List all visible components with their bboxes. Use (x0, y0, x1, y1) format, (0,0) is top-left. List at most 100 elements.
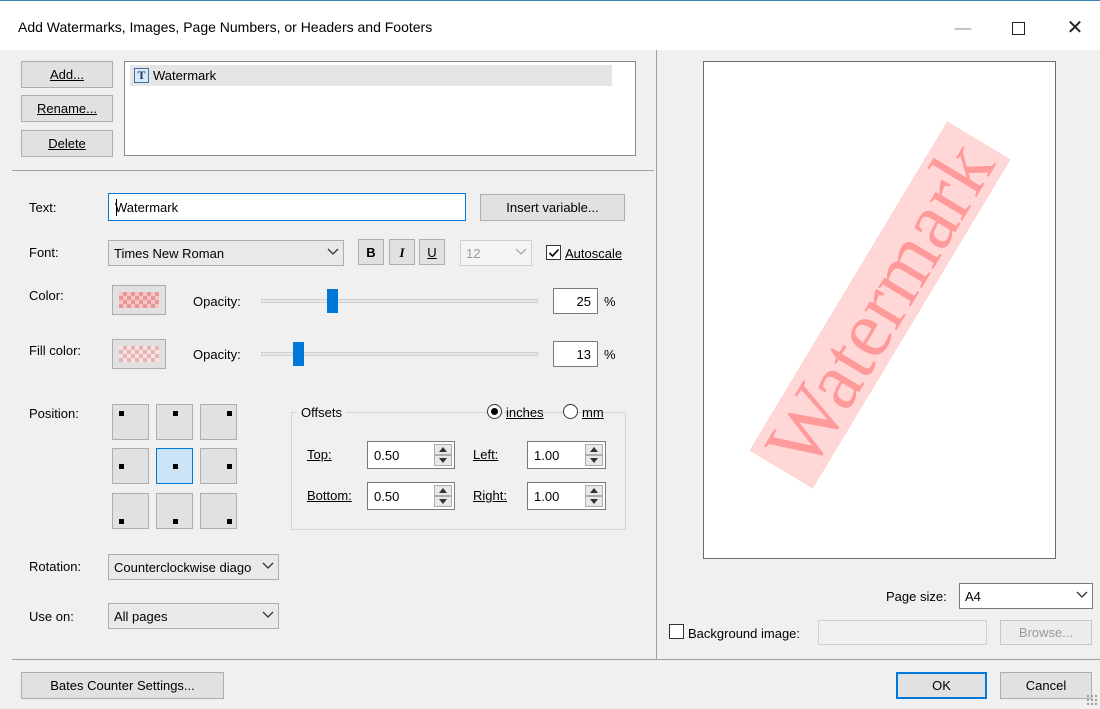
right-offset-label: Right: (473, 488, 507, 503)
spin-up-button[interactable] (585, 485, 603, 496)
background-image-path-input[interactable] (818, 620, 987, 645)
arrow-up-icon (590, 447, 598, 452)
offsets-label: Offsets (297, 405, 346, 420)
radio-selected-dot (491, 408, 498, 415)
position-bottom-right[interactable] (200, 493, 237, 529)
position-dot (119, 519, 124, 524)
bates-counter-settings-label: Bates Counter Settings... (50, 678, 195, 693)
rename-button[interactable]: Rename... (21, 95, 113, 122)
left-offset-label: Left: (473, 447, 499, 462)
watermark-preview-text: Watermark (747, 126, 1012, 484)
arrow-up-icon (439, 447, 447, 452)
page-preview: Watermark (703, 61, 1056, 559)
fill-opacity-slider-thumb[interactable] (293, 342, 304, 366)
fill-percent-sign: % (604, 347, 616, 362)
position-center[interactable] (156, 448, 193, 484)
position-top-left[interactable] (112, 404, 149, 440)
close-button[interactable]: ✕ (1055, 11, 1095, 45)
rotation-select[interactable]: Counterclockwise diago (108, 554, 279, 580)
text-label: Text: (29, 200, 57, 215)
right-offset-spinner[interactable]: 1.00 (527, 482, 606, 510)
spin-down-button[interactable] (434, 455, 452, 466)
use-on-select-value: All pages (114, 609, 168, 624)
position-middle-right[interactable] (200, 448, 237, 484)
resize-grip-icon[interactable] (1086, 694, 1098, 706)
arrow-up-icon (590, 488, 598, 493)
text-input[interactable]: Watermark (108, 193, 466, 221)
color-opacity-track[interactable] (261, 299, 538, 303)
cancel-button[interactable]: Cancel (1000, 672, 1092, 699)
fill-color-label: Fill color: (29, 343, 82, 358)
color-swatch-button[interactable] (112, 285, 166, 315)
browse-button[interactable]: Browse... (1000, 620, 1092, 645)
underline-button[interactable]: U (419, 239, 445, 265)
mm-radio[interactable] (563, 404, 578, 419)
background-image-checkbox[interactable] (669, 624, 684, 639)
spin-down-button[interactable] (585, 455, 603, 466)
fill-color-swatch-pattern (119, 346, 159, 362)
color-opacity-input[interactable]: 25 (553, 288, 598, 314)
color-swatch-pattern (119, 292, 159, 308)
arrow-down-icon (590, 458, 598, 463)
page-size-select[interactable]: A4 (959, 583, 1093, 609)
add-button-label: Add... (50, 67, 84, 82)
list-item[interactable]: T Watermark (130, 65, 612, 86)
color-opacity-slider-thumb[interactable] (327, 289, 338, 313)
chevron-down-icon (515, 245, 527, 255)
bottom-offset-spinner[interactable]: 0.50 (367, 482, 455, 510)
font-label: Font: (29, 245, 59, 260)
checkmark-icon (548, 248, 560, 258)
maximize-button[interactable] (998, 11, 1038, 45)
text-type-icon: T (134, 68, 149, 83)
position-dot (227, 411, 232, 416)
minimize-button[interactable]: — (943, 11, 983, 45)
delete-button[interactable]: Delete (21, 130, 113, 157)
cancel-button-label: Cancel (1025, 678, 1067, 693)
font-select[interactable]: Times New Roman (108, 240, 344, 266)
ok-button[interactable]: OK (896, 672, 987, 699)
insert-variable-button[interactable]: Insert variable... (480, 194, 625, 221)
spin-up-button[interactable] (434, 485, 452, 496)
rename-button-label: Rename... (37, 101, 97, 116)
position-bottom-left[interactable] (112, 493, 149, 529)
fill-opacity-input[interactable]: 13 (553, 341, 598, 367)
use-on-select[interactable]: All pages (108, 603, 279, 629)
spin-up-button[interactable] (585, 444, 603, 455)
bates-counter-settings-button[interactable]: Bates Counter Settings... (21, 672, 224, 699)
rotation-select-value: Counterclockwise diago (114, 560, 252, 575)
fill-color-swatch-button[interactable] (112, 339, 166, 369)
spin-up-button[interactable] (434, 444, 452, 455)
position-top-right[interactable] (200, 404, 237, 440)
page-size-label: Page size: (886, 589, 947, 604)
italic-button[interactable]: I (389, 239, 415, 265)
autoscale-checkbox[interactable] (546, 245, 561, 260)
position-top-center[interactable] (156, 404, 193, 440)
bold-button[interactable]: B (358, 239, 384, 265)
insert-variable-label: Insert variable... (506, 200, 599, 215)
arrow-down-icon (439, 458, 447, 463)
spin-down-button[interactable] (585, 496, 603, 507)
top-offset-spinner[interactable]: 0.50 (367, 441, 455, 469)
watermark-list[interactable]: T Watermark (124, 61, 636, 156)
position-dot (173, 411, 178, 416)
position-label: Position: (29, 406, 79, 421)
position-dot (119, 464, 124, 469)
add-button[interactable]: Add... (21, 61, 113, 88)
color-opacity-label: Opacity: (193, 294, 241, 309)
left-offset-spinner[interactable]: 1.00 (527, 441, 606, 469)
top-offset-label: Top: (307, 447, 332, 462)
inches-label: inches (506, 405, 544, 420)
use-on-label: Use on: (29, 609, 74, 624)
position-dot (173, 464, 178, 469)
font-size-select[interactable]: 12 (460, 240, 532, 266)
mm-label: mm (582, 405, 604, 420)
position-middle-left[interactable] (112, 448, 149, 484)
font-size-value: 12 (466, 246, 481, 261)
chevron-down-icon (262, 559, 274, 569)
inches-radio[interactable] (487, 404, 502, 419)
position-bottom-center[interactable] (156, 493, 193, 529)
fill-opacity-label: Opacity: (193, 347, 241, 362)
maximize-icon (1011, 22, 1025, 36)
position-dot (227, 519, 232, 524)
spin-down-button[interactable] (434, 496, 452, 507)
